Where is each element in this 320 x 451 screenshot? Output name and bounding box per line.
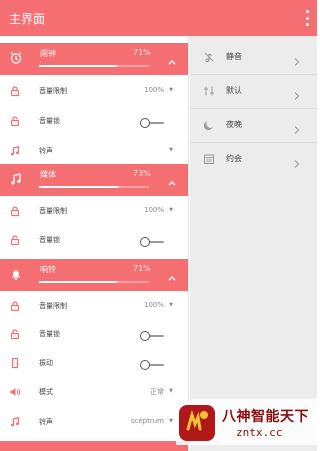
chevron-right-icon [293,120,301,134]
row-ringtone[interactable]: 铃声 ▼ [0,137,188,167]
row-label: 音量限制 [39,87,67,95]
collapse-caret-icon[interactable] [167,268,177,281]
row-value[interactable]: sceptrum [131,417,164,425]
row-volume-limit[interactable]: 音量限制 100% ▼ [0,77,188,107]
more-vert-icon[interactable] [303,10,311,26]
profile-label: 约会 [226,154,242,163]
music-note-icon [9,172,23,186]
collapse-caret-icon[interactable] [167,173,177,186]
vibrate-toggle[interactable] [140,360,164,370]
profiles-panel: 静音 默认 夜晚 约会 [190,36,317,451]
section-volume-value: 71% [133,264,151,273]
dropdown-arrow-icon[interactable]: ▼ [169,418,173,424]
section-header-next[interactable] [0,441,188,451]
section-name: 媒体 [40,170,56,179]
section-name: 响铃 [40,265,56,274]
row-label: 音量锁 [39,117,60,125]
section-header-ring[interactable]: 响铃 71% [0,259,188,291]
chevron-right-icon [293,86,301,100]
row-volume-lock[interactable]: 音量锁 [0,107,188,137]
calendar-icon [203,153,215,165]
dropdown-arrow-icon[interactable]: ▼ [169,388,173,394]
row-label: 铃声 [39,418,53,426]
section-volume-value: 71% [133,48,151,57]
volume-slider[interactable] [39,65,149,67]
speaker-icon [9,386,21,398]
watermark-logo-icon [176,399,218,445]
row-value[interactable]: 100% [144,301,164,309]
chevron-right-icon [293,52,301,66]
volume-lock-toggle[interactable] [140,118,164,128]
watermark-text-en: zntx.cc [236,426,283,439]
lock-open-icon [9,328,21,340]
row-label: 音量限制 [39,207,67,215]
dropdown-arrow-icon[interactable]: ▼ [169,147,173,153]
section-name: 闹钟 [40,49,56,58]
dropdown-arrow-icon[interactable]: ▼ [169,87,173,93]
profile-label: 静音 [226,52,242,61]
profile-label: 默认 [226,86,242,95]
profile-item-night[interactable]: 夜晚 [190,109,317,143]
app-title: 主界面 [9,11,46,26]
row-label: 铃声 [39,147,53,155]
mute-icon [203,51,215,63]
row-value[interactable]: 100% [144,206,164,214]
profile-item-date[interactable]: 约会 [190,143,317,177]
tune-icon [203,85,215,97]
music-note-icon [9,416,21,428]
profile-item-mute[interactable]: 静音 [190,41,317,75]
row-volume-limit[interactable]: 音量限制 100% ▼ [0,197,188,227]
chevron-right-icon [293,154,301,168]
profile-item-default[interactable]: 默认 [190,75,317,109]
row-label: 振动 [39,359,53,367]
bell-icon [9,267,23,281]
collapse-caret-icon[interactable] [167,52,177,65]
music-note-icon [9,145,21,157]
row-value[interactable]: 正常 [150,387,164,397]
section-volume-value: 73% [133,169,151,178]
lock-open-icon [9,234,21,246]
lock-icon [9,205,21,217]
profile-label: 夜晚 [226,120,242,129]
moon-icon [203,119,215,131]
row-vibrate[interactable]: 振动 [0,349,188,379]
row-volume-lock[interactable]: 音量锁 [0,226,188,256]
volume-lock-toggle[interactable] [140,331,164,341]
alarm-clock-icon [9,51,23,65]
vibrate-phone-icon [9,357,21,369]
watermark-text-cn: 八神智能天下 [222,409,309,425]
row-label: 模式 [39,388,53,396]
watermark: 八神智能天下 zntx.cc [176,399,317,445]
lock-icon [9,85,21,97]
volume-lock-toggle[interactable] [140,237,164,247]
row-mode[interactable]: 模式 正常 ▼ [0,378,188,408]
volume-slider[interactable] [39,186,149,188]
row-volume-lock[interactable]: 音量锁 [0,320,188,350]
row-label: 音量锁 [39,236,60,244]
dropdown-arrow-icon[interactable]: ▼ [169,302,173,308]
row-volume-limit[interactable]: 音量限制 100% ▼ [0,292,188,322]
row-label: 音量锁 [39,330,60,338]
row-ringtone[interactable]: 铃声 sceptrum ▼ [0,408,188,438]
row-value[interactable]: 100% [144,86,164,94]
section-header-media[interactable]: 媒体 73% [0,164,188,196]
section-header-alarm[interactable]: 闹钟 71% [0,43,188,75]
dropdown-arrow-icon[interactable]: ▼ [169,207,173,213]
lock-icon [9,300,21,312]
row-label: 音量限制 [39,302,67,310]
volume-slider[interactable] [39,281,149,283]
app-bar: 主界面 [0,0,317,36]
volume-panel[interactable]: 闹钟 71% 音量限制 100% ▼ 音量锁 铃声 ▼ 媒体 73% 音量限制 … [0,36,189,451]
lock-open-icon [9,115,21,127]
